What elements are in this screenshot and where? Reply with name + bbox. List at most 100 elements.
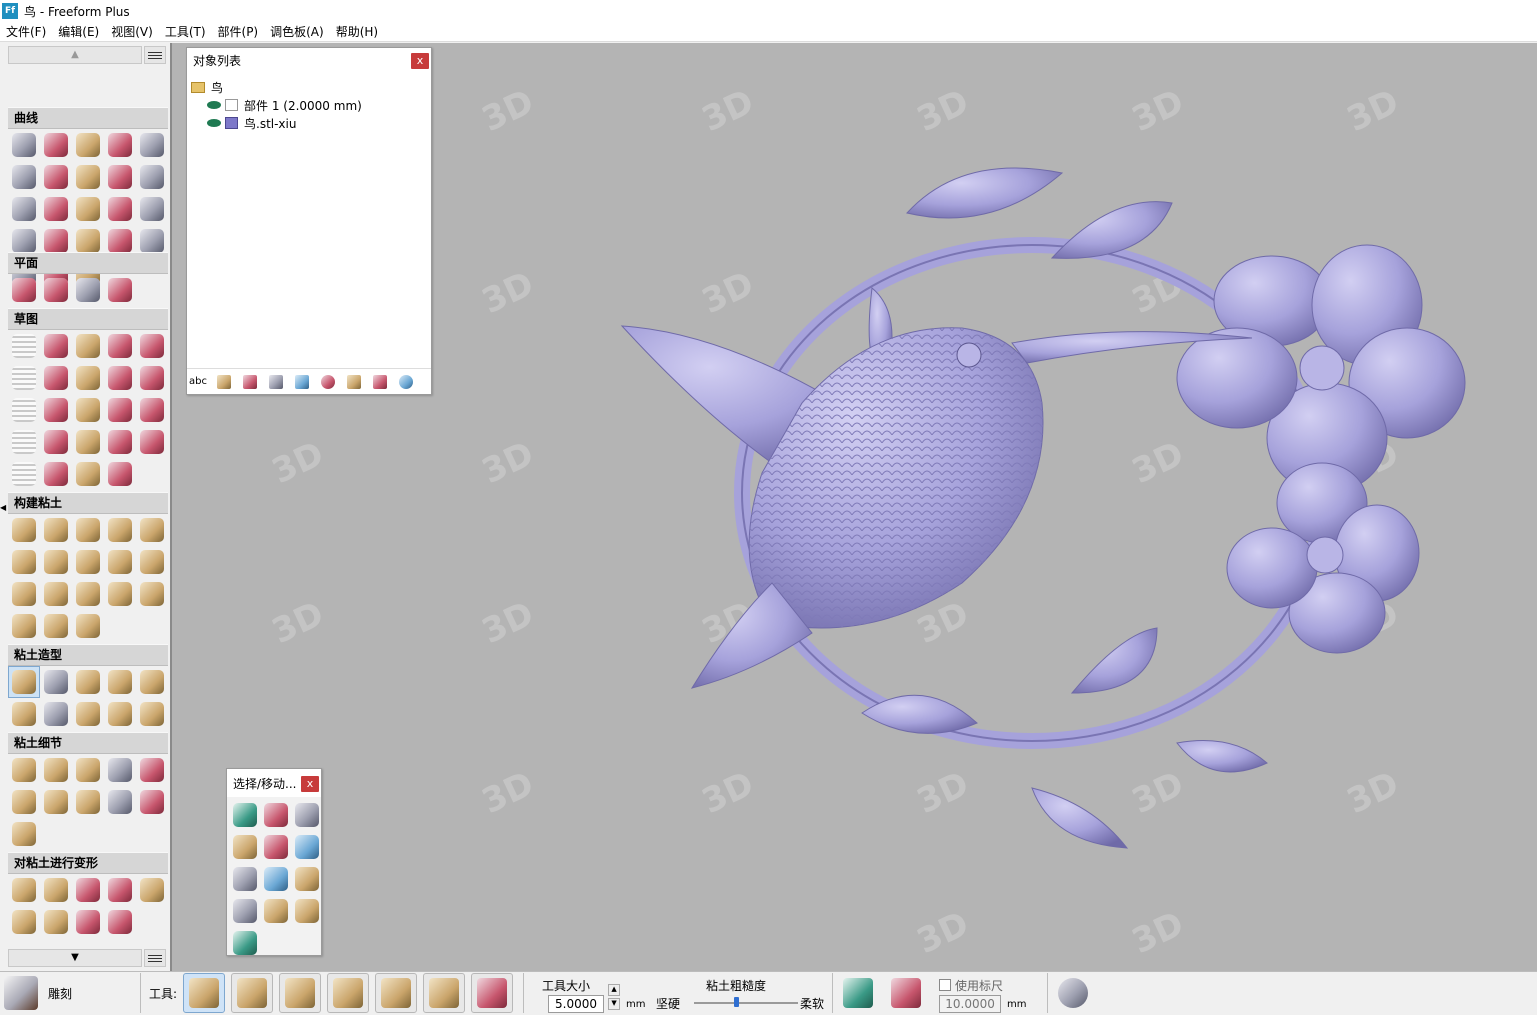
- panel-collapse-arrow[interactable]: ◀: [0, 503, 6, 512]
- rotate-icon[interactable]: [371, 373, 389, 391]
- ring-tool-tool-button[interactable]: [104, 698, 136, 730]
- deform-twist-tool-button[interactable]: [72, 874, 104, 906]
- sketch-mirror-tool-button[interactable]: [40, 426, 72, 458]
- sketch-trim-tool-button[interactable]: [8, 426, 40, 458]
- clay-revolve-tool-button[interactable]: [104, 546, 136, 578]
- sketch-fill-tool-button[interactable]: [40, 458, 72, 490]
- sketch-pencil-tool-button[interactable]: [72, 330, 104, 362]
- deform-box-tool-button[interactable]: [136, 874, 168, 906]
- sketch-image-tool-button[interactable]: [40, 330, 72, 362]
- pose-figure-tool-button[interactable]: [229, 831, 261, 863]
- cube-move-tool-button[interactable]: [291, 863, 323, 895]
- clay-spray-tool-button[interactable]: [104, 578, 136, 610]
- cylinder-tool-button[interactable]: [229, 927, 261, 959]
- rename-text-button[interactable]: abc: [189, 373, 207, 391]
- tool-variant-6-button[interactable]: [423, 973, 466, 1013]
- clay-face-tool-button[interactable]: [72, 578, 104, 610]
- menu-help[interactable]: 帮助(H): [330, 22, 384, 42]
- section-header[interactable]: 粘土细节: [8, 732, 168, 754]
- sketch-star-tool-button[interactable]: [40, 394, 72, 426]
- menu-file[interactable]: 文件(F): [0, 22, 52, 42]
- detail-badge-tool-button[interactable]: [8, 818, 40, 850]
- menu-pieces[interactable]: 部件(P): [212, 22, 265, 42]
- clay-extrude-tool-button[interactable]: [104, 514, 136, 546]
- section-header[interactable]: 构建粘土: [8, 492, 168, 514]
- magnifier-icon[interactable]: [397, 373, 415, 391]
- menu-view[interactable]: 视图(V): [105, 22, 159, 42]
- haptic-device-icon[interactable]: [1052, 973, 1094, 1013]
- menu-palettes[interactable]: 调色板(A): [264, 22, 330, 42]
- spot-tool-button[interactable]: [40, 698, 72, 730]
- tool-size-spin-up[interactable]: ▲: [608, 983, 621, 996]
- cube-wire-tool-button[interactable]: [136, 129, 168, 161]
- curve-line-tool-button[interactable]: [8, 193, 40, 225]
- detail-texture-tool-button[interactable]: [40, 786, 72, 818]
- section-header[interactable]: 草图: [8, 308, 168, 330]
- xyz-move-tool-button[interactable]: [260, 863, 292, 895]
- sketch-dots-tool-button[interactable]: [72, 458, 104, 490]
- clay-wrap-tool-button[interactable]: [40, 546, 72, 578]
- sketch-curve-tool-button[interactable]: [8, 362, 40, 394]
- sketch-rectangle-tool-button[interactable]: [104, 394, 136, 426]
- clay-emboss-tool-button[interactable]: [40, 578, 72, 610]
- select-figure-tool-button[interactable]: [229, 799, 261, 831]
- select-red-figure-tool-button[interactable]: [260, 799, 292, 831]
- section-header[interactable]: 曲线: [8, 107, 168, 129]
- menu-tools[interactable]: 工具(T): [159, 22, 212, 42]
- box-select-tool-button[interactable]: [260, 831, 292, 863]
- sketch-ellipse-tool-button[interactable]: [8, 394, 40, 426]
- arc-tool-tool-button[interactable]: [40, 161, 72, 193]
- tool-variant-4-button[interactable]: [327, 973, 370, 1013]
- bend-tool-button[interactable]: [72, 161, 104, 193]
- ruler-input[interactable]: 10.0000: [939, 994, 1002, 1013]
- detail-groove-tool-button[interactable]: [104, 754, 136, 786]
- tree-item-mesh[interactable]: 鸟.stl-xiu: [191, 114, 427, 132]
- mirror-curve-tool-button[interactable]: [72, 193, 104, 225]
- sphere-surface-tool-button[interactable]: [104, 129, 136, 161]
- sketch-pattern-tool-button[interactable]: [136, 426, 168, 458]
- patch-tool-button[interactable]: [40, 193, 72, 225]
- pin-icon[interactable]: [345, 373, 363, 391]
- box-move-tool-button[interactable]: [291, 895, 323, 927]
- section-header[interactable]: 粘土造型: [8, 644, 168, 666]
- deform-shell-tool-button[interactable]: [104, 906, 136, 938]
- deform-face-tool-button[interactable]: [40, 906, 72, 938]
- tool-variant-2-button[interactable]: [231, 973, 274, 1013]
- pipe-tool-button[interactable]: [136, 193, 168, 225]
- clay-ring-tool-button[interactable]: [72, 610, 104, 642]
- close-select-palette-button[interactable]: x: [301, 776, 319, 792]
- multi-move-tool-button[interactable]: [229, 895, 261, 927]
- sketch-arc-tool-button[interactable]: [72, 362, 104, 394]
- deform-flat-tool-button[interactable]: [8, 874, 40, 906]
- close-object-list-button[interactable]: x: [411, 53, 429, 69]
- tree-item-piece[interactable]: 部件 1 (2.0000 mm): [191, 96, 427, 114]
- visibility-eye-icon[interactable]: [207, 101, 221, 109]
- paint-move-tool-button[interactable]: [260, 895, 292, 927]
- sketch-hexagon-tool-button[interactable]: [72, 394, 104, 426]
- sketch-corner-tool-button[interactable]: [104, 362, 136, 394]
- sphere-icon[interactable]: [319, 373, 337, 391]
- plane-edit-tool-button[interactable]: [40, 274, 72, 306]
- ring-tool-button[interactable]: [8, 161, 40, 193]
- curve-edit-tool-button[interactable]: [104, 161, 136, 193]
- section-header[interactable]: 对粘土进行变形: [8, 852, 168, 874]
- scale-move-tool-button[interactable]: [229, 863, 261, 895]
- menu-edit[interactable]: 编辑(E): [52, 22, 105, 42]
- scroll-up-button[interactable]: ▲: [8, 46, 142, 64]
- clay-block-tool-button[interactable]: [136, 514, 168, 546]
- detail-pinch-tool-button[interactable]: [72, 754, 104, 786]
- brush-mirror-icon[interactable]: [885, 973, 927, 1013]
- detail-flat-tool-button[interactable]: [8, 754, 40, 786]
- sketch-checker-tool-button[interactable]: [8, 458, 40, 490]
- clay-stamp-tool-button[interactable]: [8, 514, 40, 546]
- press-tool-button[interactable]: [136, 666, 168, 698]
- detail-sphere-tool-button[interactable]: [72, 786, 104, 818]
- bump-tool-button[interactable]: [136, 698, 168, 730]
- section-header[interactable]: 平面: [8, 252, 168, 274]
- sketch-polyline-tool-button[interactable]: [136, 330, 168, 362]
- deform-wave-tool-button[interactable]: [40, 874, 72, 906]
- plane-move-tool-button[interactable]: [104, 274, 136, 306]
- plane-grid-tool-button[interactable]: [8, 274, 40, 306]
- sketch-export-tool-button[interactable]: [104, 458, 136, 490]
- detail-figure-tool-button[interactable]: [8, 786, 40, 818]
